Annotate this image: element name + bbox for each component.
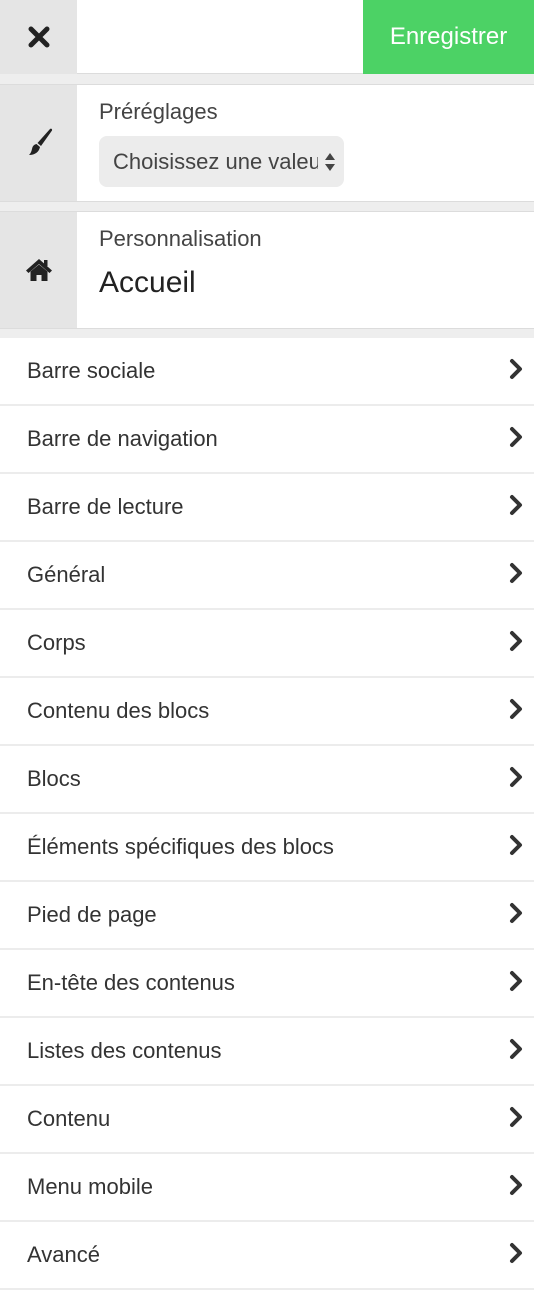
menu-item[interactable]: Éléments spécifiques des blocs <box>0 814 534 882</box>
presets-label: Préréglages <box>99 99 218 124</box>
presets-panel: Préréglages Choisissez une valeur <box>0 84 534 202</box>
chevron-right-icon <box>510 1243 522 1263</box>
menu-item[interactable]: Général <box>0 542 534 610</box>
menu-item[interactable]: Listes des contenus <box>0 1018 534 1086</box>
customization-icon-cell <box>0 212 77 328</box>
customization-label: Personnalisation <box>99 226 262 251</box>
chevron-right-icon <box>510 903 522 923</box>
chevron-right-icon <box>510 1039 522 1059</box>
menu-item-label: Corps <box>27 630 86 655</box>
menu-item-label: Pied de page <box>27 902 157 927</box>
select-arrows-icon <box>325 153 335 171</box>
chevron-right-icon <box>510 563 522 583</box>
chevron-right-icon <box>510 495 522 515</box>
customization-panel: Personnalisation Accueil <box>0 211 534 329</box>
chevron-right-icon <box>510 971 522 991</box>
menu-item[interactable]: En-tête des contenus <box>0 950 534 1018</box>
menu-item[interactable]: Blocs <box>0 746 534 814</box>
close-button[interactable] <box>0 0 77 74</box>
menu-item-label: Contenu <box>27 1106 111 1131</box>
presets-content: Préréglages Choisissez une valeur <box>99 85 534 201</box>
menu-item-label: Listes des contenus <box>27 1038 222 1063</box>
menu-item-label: Avancé <box>27 1242 100 1267</box>
home-icon <box>25 259 52 281</box>
menu-item[interactable]: Corps <box>0 610 534 678</box>
menu-item[interactable]: Contenu des blocs <box>0 678 534 746</box>
menu-item-label: Barre de lecture <box>27 494 184 519</box>
menu-item-label: Menu mobile <box>27 1174 153 1199</box>
chevron-right-icon <box>510 699 522 719</box>
presets-icon-cell <box>0 85 77 201</box>
menu-item[interactable]: Menu mobile <box>0 1154 534 1222</box>
menu-item-label: Éléments spécifiques des blocs <box>27 834 334 859</box>
customization-title: Accueil <box>99 266 196 299</box>
chevron-right-icon <box>510 631 522 651</box>
menu-item-label: Barre de navigation <box>27 426 218 451</box>
chevron-right-icon <box>510 1107 522 1127</box>
customization-content: Personnalisation Accueil <box>99 212 534 328</box>
chevron-right-icon <box>510 359 522 379</box>
save-button[interactable]: Enregistrer <box>363 0 534 74</box>
settings-menu: Barre sociale Barre de navigation Barre de… <box>0 338 534 1290</box>
chevron-right-icon <box>510 1175 522 1195</box>
menu-item[interactable]: Barre de lecture <box>0 474 534 542</box>
chevron-right-icon <box>510 427 522 447</box>
close-icon <box>28 26 49 48</box>
menu-item-label: Contenu des blocs <box>27 698 210 723</box>
chevron-right-icon <box>510 835 522 855</box>
paintbrush-icon <box>28 128 52 155</box>
presets-select-value: Choisissez une valeur <box>113 148 318 174</box>
chevron-right-icon <box>510 767 522 787</box>
menu-item[interactable]: Barre sociale <box>0 338 534 406</box>
menu-item[interactable]: Pied de page <box>0 882 534 950</box>
menu-item[interactable]: Barre de navigation <box>0 406 534 474</box>
presets-select[interactable]: Choisissez une valeur <box>99 136 344 187</box>
menu-item-label: Général <box>27 562 106 587</box>
top-toolbar: Enregistrer <box>0 0 534 74</box>
menu-item[interactable]: Contenu <box>0 1086 534 1154</box>
menu-item-label: En-tête des contenus <box>27 970 235 995</box>
menu-item-label: Barre sociale <box>27 358 156 383</box>
menu-item-label: Blocs <box>27 766 81 791</box>
